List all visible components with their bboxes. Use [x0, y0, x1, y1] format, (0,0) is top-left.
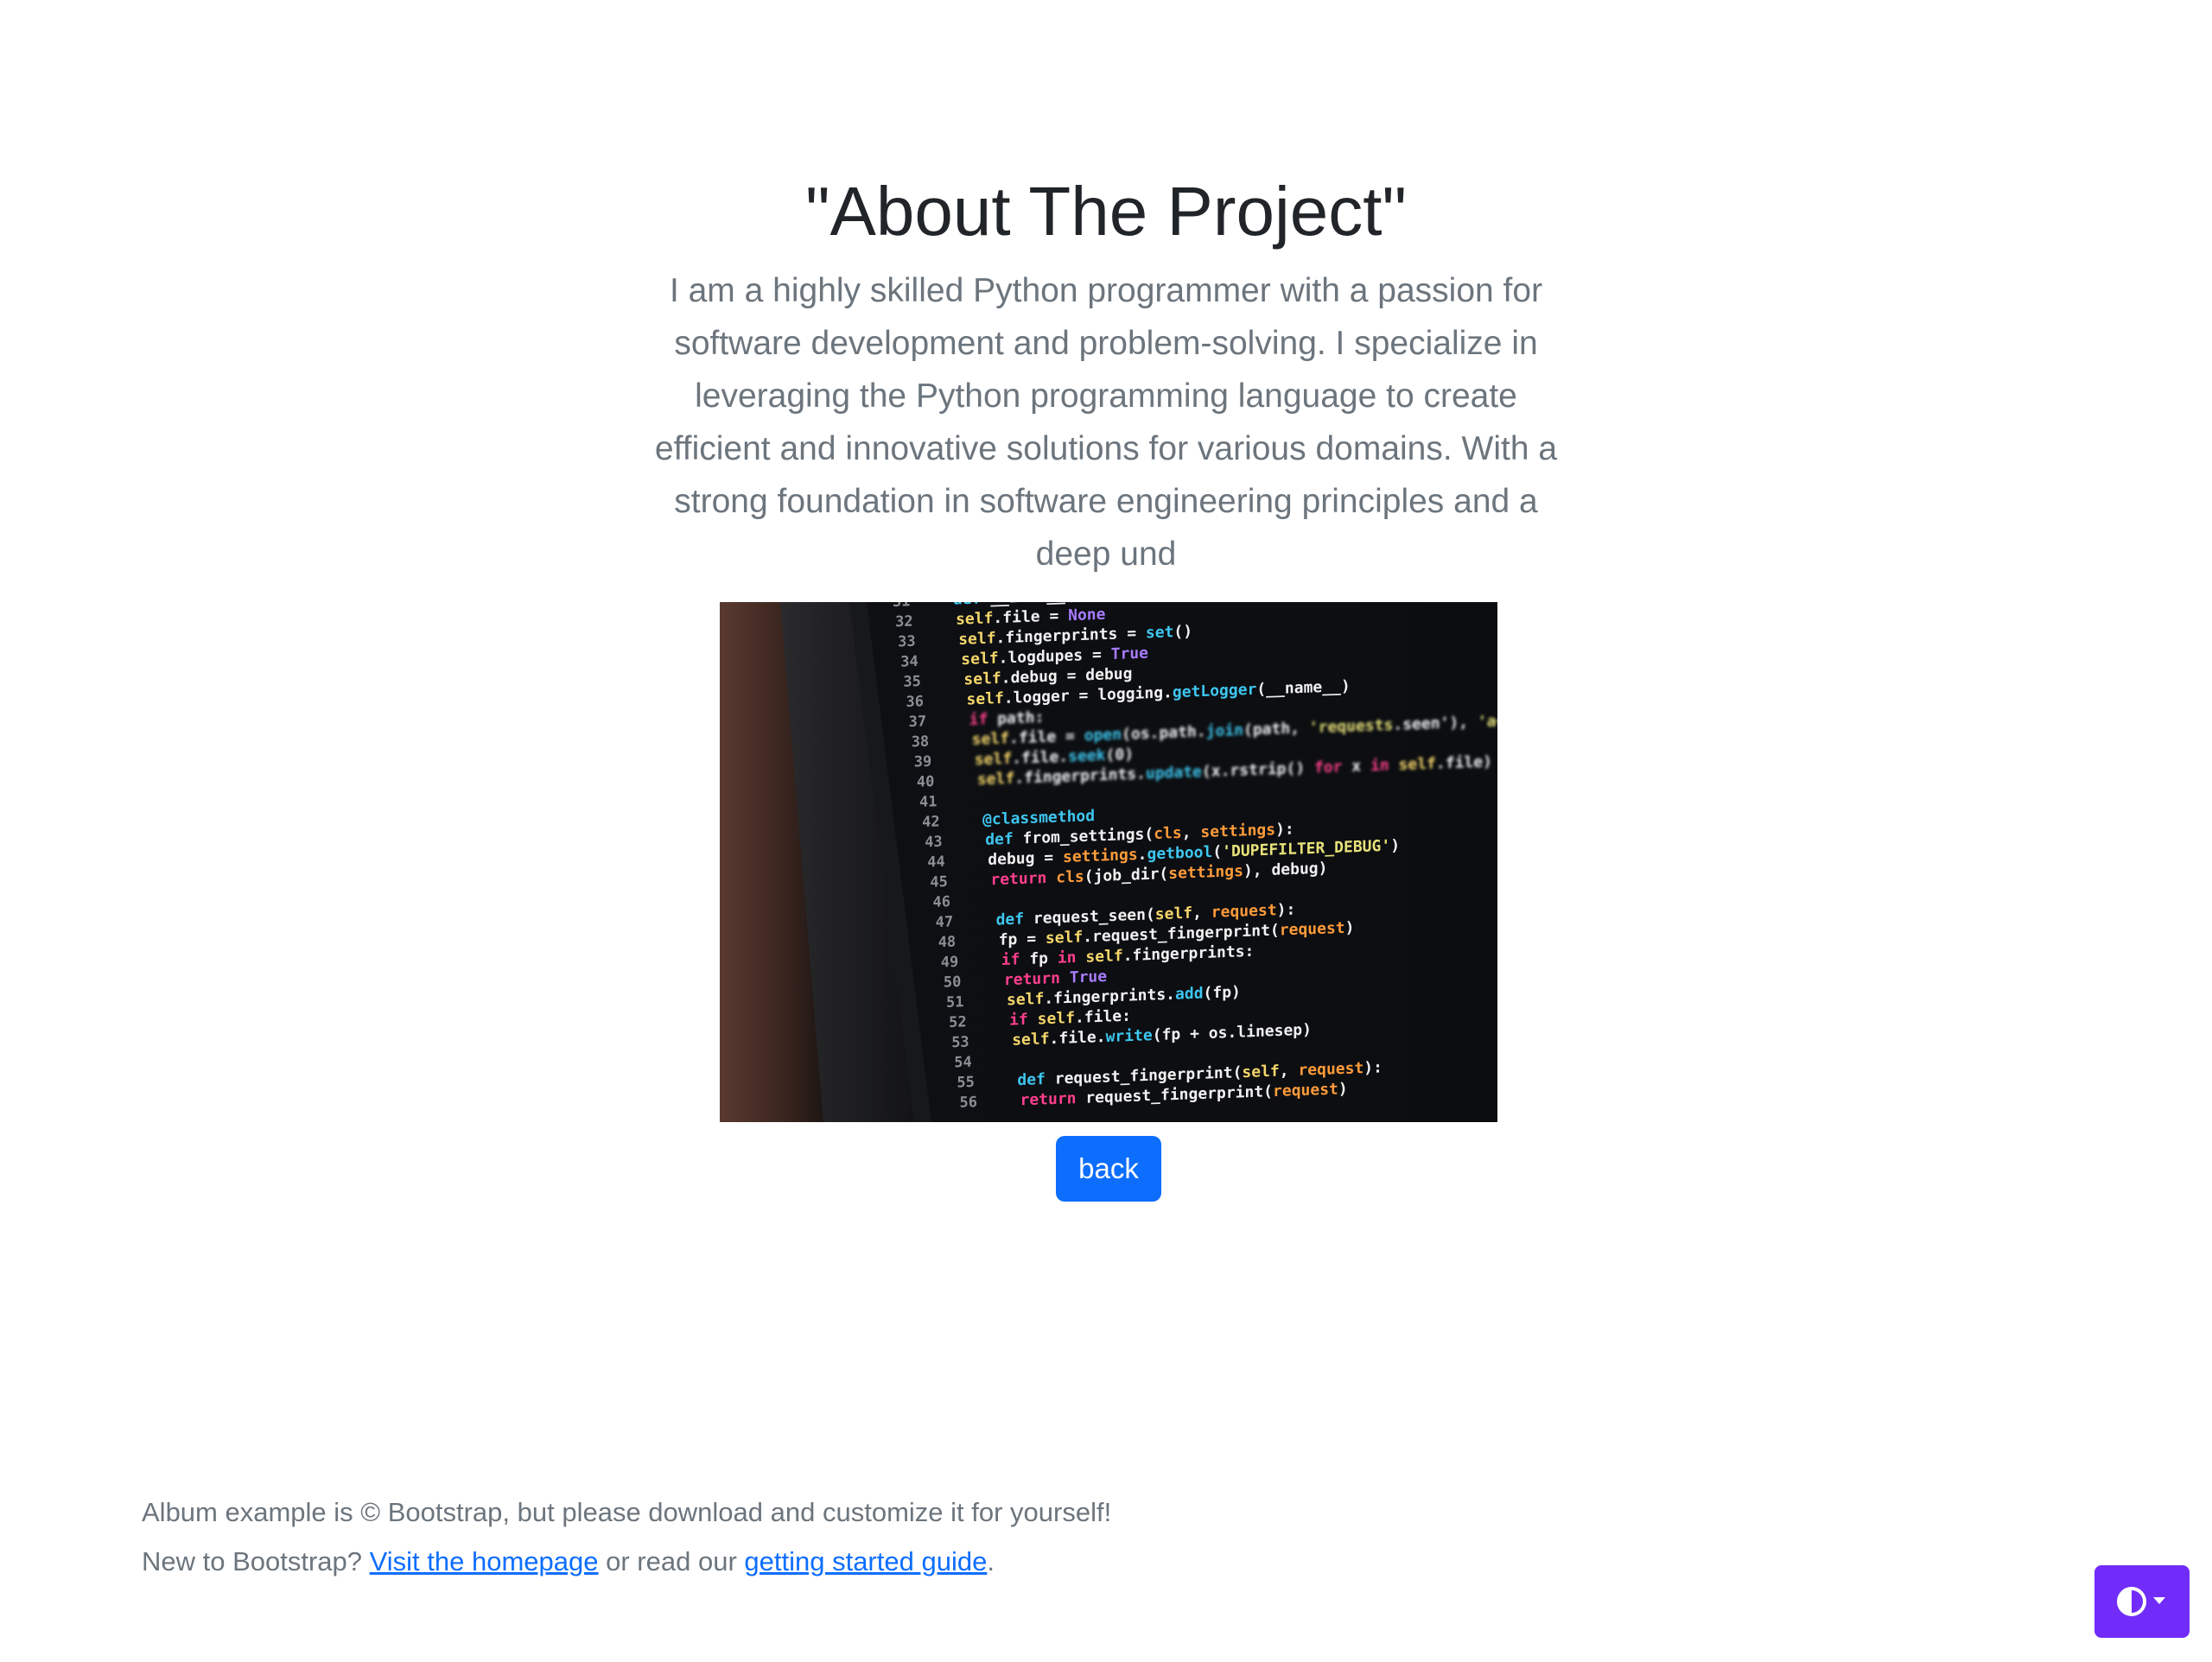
code-line-number: 45: [930, 873, 947, 891]
code-line-number: 42: [922, 813, 939, 831]
theme-toggle-button[interactable]: [2094, 1565, 2190, 1638]
code-line-number: 54: [954, 1054, 971, 1072]
footer-links-line: New to Bootstrap? Visit the homepage or …: [142, 1537, 1111, 1586]
code-line-number: 32: [895, 612, 912, 631]
page-title: "About The Project": [805, 173, 1407, 250]
getting-started-link[interactable]: getting started guide: [744, 1546, 987, 1576]
code-line-number: 56: [960, 1094, 977, 1112]
code-line-number: 55: [957, 1074, 974, 1092]
code-line-number: 44: [927, 853, 944, 872]
code-line-number: 41: [919, 793, 937, 811]
code-line-number: 53: [951, 1034, 969, 1052]
code-line-number: 31: [893, 602, 910, 611]
code-line-number: 40: [917, 773, 934, 791]
code-screen-photo: 31def __init__(self, path=None, debug=Fa…: [720, 602, 1497, 1122]
page: "About The Project" I am a highly skille…: [0, 0, 2212, 1662]
homepage-link[interactable]: Visit the homepage: [370, 1546, 599, 1576]
code-line: if path:: [969, 708, 1045, 729]
code-line-number: 46: [933, 893, 950, 911]
code-line-number: 52: [949, 1013, 966, 1031]
code-line-number: 34: [900, 653, 918, 671]
code-line-number: 33: [898, 633, 915, 651]
footer: Album example is © Bootstrap, but please…: [142, 1488, 1111, 1586]
code-line-number: 35: [903, 673, 920, 691]
code-line-number: 38: [912, 733, 929, 752]
code-line-number: 36: [906, 693, 924, 711]
footer-prefix: New to Bootstrap?: [142, 1546, 363, 1576]
code-line-number: 47: [936, 913, 953, 931]
code-line-number: 43: [925, 834, 942, 852]
footer-copyright: Album example is © Bootstrap, but please…: [142, 1497, 1112, 1527]
code-line-number: 48: [938, 934, 956, 952]
footer-suffix: .: [987, 1546, 995, 1576]
code-line-number: 39: [914, 753, 931, 771]
circle-half-icon: [2117, 1587, 2146, 1616]
code-line-number: 37: [909, 713, 926, 731]
footer-middle: or read our: [606, 1546, 737, 1576]
code-line: return True: [1004, 967, 1107, 989]
back-button[interactable]: back: [1056, 1136, 1161, 1202]
caret-down-icon: [2153, 1597, 2165, 1604]
code-line-number: 50: [944, 974, 961, 992]
code-line-number: 51: [946, 993, 963, 1012]
code-line-number: 49: [941, 954, 958, 972]
project-description: I am a highly skilled Python programmer …: [654, 272, 1558, 573]
hero-section: "About The Project" I am a highly skille…: [0, 164, 2212, 580]
